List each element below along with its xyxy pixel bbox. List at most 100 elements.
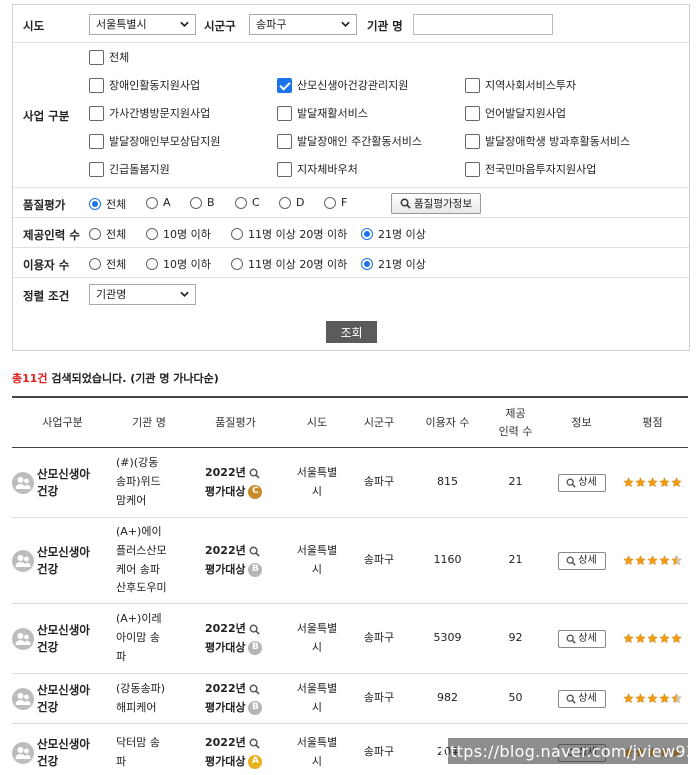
checkbox-option[interactable]: 지자체바우처 — [277, 161, 358, 177]
radio-circle[interactable] — [89, 228, 101, 240]
checkbox-option[interactable]: 전국민마음투자지원사업 — [465, 161, 596, 177]
users-radio-option[interactable]: 전체 — [89, 256, 126, 272]
sigungu-cell: 송파구 — [348, 724, 410, 775]
quality-year: 2022년 — [205, 681, 246, 695]
staff-radio-option[interactable]: 11명 이상 20명 이하 — [231, 226, 347, 242]
detail-button[interactable]: 상세 — [557, 689, 606, 708]
org-name: (A+)에이 플러스산모 케어 송파 산후도우미 — [116, 525, 167, 595]
sigungu-select[interactable]: 송파구 — [249, 14, 357, 35]
search-icon[interactable] — [249, 546, 260, 557]
users-radio-option[interactable]: 10명 이하 — [146, 256, 211, 272]
checkbox-option[interactable]: 발달재활서비스 — [277, 105, 368, 121]
checkbox-box[interactable] — [465, 161, 480, 177]
checkbox-option[interactable]: 발달장애인 주간활동서비스 — [277, 133, 422, 149]
sort-select[interactable]: 기관명 — [89, 284, 196, 305]
quality-radio-option[interactable]: B — [190, 196, 215, 209]
business-type: 산모신생아 건강 — [37, 623, 90, 654]
radio-circle[interactable] — [190, 196, 202, 209]
checkbox-box[interactable] — [89, 133, 104, 149]
staff-count-cell: 50 — [485, 674, 546, 723]
star-icon — [634, 555, 646, 566]
checkbox-option[interactable]: 장애인활동지원사업 — [89, 77, 200, 93]
radio-circle[interactable] — [324, 196, 336, 209]
checkbox-option[interactable]: 발달장애학생 방과후활동서비스 — [465, 133, 630, 149]
staff-radio-option[interactable]: 10명 이하 — [146, 226, 211, 242]
radio-circle[interactable] — [231, 228, 243, 240]
column-header: 품질평가 — [215, 416, 256, 430]
radio-circle[interactable] — [146, 228, 158, 240]
checkbox-option[interactable]: 긴급돌봄지원 — [89, 161, 170, 177]
org-name-cell: 닥터맘 송 파 — [113, 724, 185, 775]
star-icon — [670, 693, 682, 704]
org-name: (#)(강동 송파)위드 맘케어 — [116, 456, 161, 507]
checkbox-box[interactable] — [89, 105, 104, 121]
org-name-input[interactable] — [413, 14, 553, 35]
table-row: 산모신생아 건강 (A+)에이 플러스산모 케어 송파 산후도우미 2022년 평가대… — [12, 518, 688, 604]
quality-radio-option[interactable]: 전체 — [89, 196, 126, 212]
search-icon[interactable] — [249, 624, 260, 635]
result-suffix: 검색되었습니다. (기관 명 가나다순) — [47, 372, 219, 385]
staff-radio-option[interactable]: 21명 이상 — [361, 226, 426, 242]
user-icon — [12, 471, 34, 494]
radio-circle[interactable] — [361, 258, 373, 270]
checkbox-box[interactable] — [277, 161, 292, 177]
staff-radio-option[interactable]: 전체 — [89, 226, 126, 242]
org-name-cell: (강동송파) 해피케어 — [113, 674, 185, 723]
users-radio-option[interactable]: 11명 이상 20명 이하 — [231, 256, 347, 272]
search-icon[interactable] — [249, 468, 260, 479]
radio-circle[interactable] — [146, 258, 158, 270]
search-icon[interactable] — [249, 684, 260, 695]
column-header: 기관 명 — [132, 416, 166, 430]
quality-radio-option[interactable]: F — [324, 196, 347, 209]
quality-radio-option[interactable]: A — [146, 196, 171, 209]
checkbox-box[interactable] — [277, 105, 292, 121]
business-type-cell: 산모신생아 건강 — [12, 448, 113, 517]
rating-cell — [617, 448, 688, 517]
checkbox-option[interactable]: 언어발달지원사업 — [465, 105, 566, 121]
user-count: 5309 — [433, 631, 462, 645]
users-radio-option[interactable]: 21명 이상 — [361, 256, 426, 272]
star-icon — [646, 693, 658, 704]
checkbox-box[interactable] — [465, 133, 480, 149]
sido-select[interactable]: 서울특별시 — [89, 14, 196, 35]
checkbox-box[interactable] — [465, 77, 480, 93]
checkbox-option[interactable]: 지역사회서비스투자 — [465, 77, 576, 93]
search-icon[interactable] — [249, 738, 260, 749]
radio-circle[interactable] — [231, 258, 243, 270]
checkbox-option[interactable]: 산모신생아건강관리지원 — [277, 77, 408, 93]
checkbox-all[interactable]: 전체 — [89, 49, 129, 65]
star-icon — [670, 477, 682, 488]
quality-label: 품질평가 — [23, 198, 66, 212]
detail-button[interactable]: 상세 — [557, 473, 606, 492]
business-type-cell: 산모신생아 건강 — [12, 518, 113, 603]
column-header: 사업구분 — [42, 416, 83, 430]
org-name: 닥터맘 송 파 — [116, 735, 160, 768]
checkbox-option[interactable]: 가사간병방문지원사업 — [89, 105, 210, 121]
sido: 서울특별 시 — [296, 681, 338, 714]
radio-circle[interactable] — [235, 196, 247, 209]
radio-circle[interactable] — [361, 228, 373, 240]
quality-info-button[interactable]: 품질평가정보 — [391, 193, 481, 214]
radio-circle[interactable] — [279, 196, 291, 209]
checkbox-box[interactable] — [465, 105, 480, 121]
radio-circle[interactable] — [146, 196, 158, 209]
business-type-cell: 산모신생아 건강 — [12, 604, 113, 673]
radio-circle[interactable] — [89, 198, 101, 210]
search-button[interactable]: 조회 — [326, 321, 377, 343]
checkbox-box[interactable] — [277, 133, 292, 149]
org-name: (강동송파) 해피케어 — [116, 681, 166, 714]
checkbox-box[interactable] — [89, 49, 104, 65]
checkbox-box[interactable] — [89, 77, 104, 93]
detail-button[interactable]: 상세 — [557, 551, 606, 570]
checkbox-option[interactable]: 발달장애인부모상담지원 — [89, 133, 220, 149]
radio-circle[interactable] — [89, 258, 101, 270]
column-header: 이용자 수 — [425, 416, 470, 430]
checkbox-box[interactable] — [89, 161, 104, 177]
user-count-cell: 1160 — [410, 518, 485, 603]
quality-radio-option[interactable]: D — [279, 196, 304, 209]
star-icon — [646, 633, 658, 644]
checkbox-box[interactable] — [277, 77, 292, 93]
detail-button[interactable]: 상세 — [557, 629, 606, 648]
quality-radio-option[interactable]: C — [235, 196, 260, 209]
business-type: 산모신생아 건강 — [37, 683, 90, 714]
